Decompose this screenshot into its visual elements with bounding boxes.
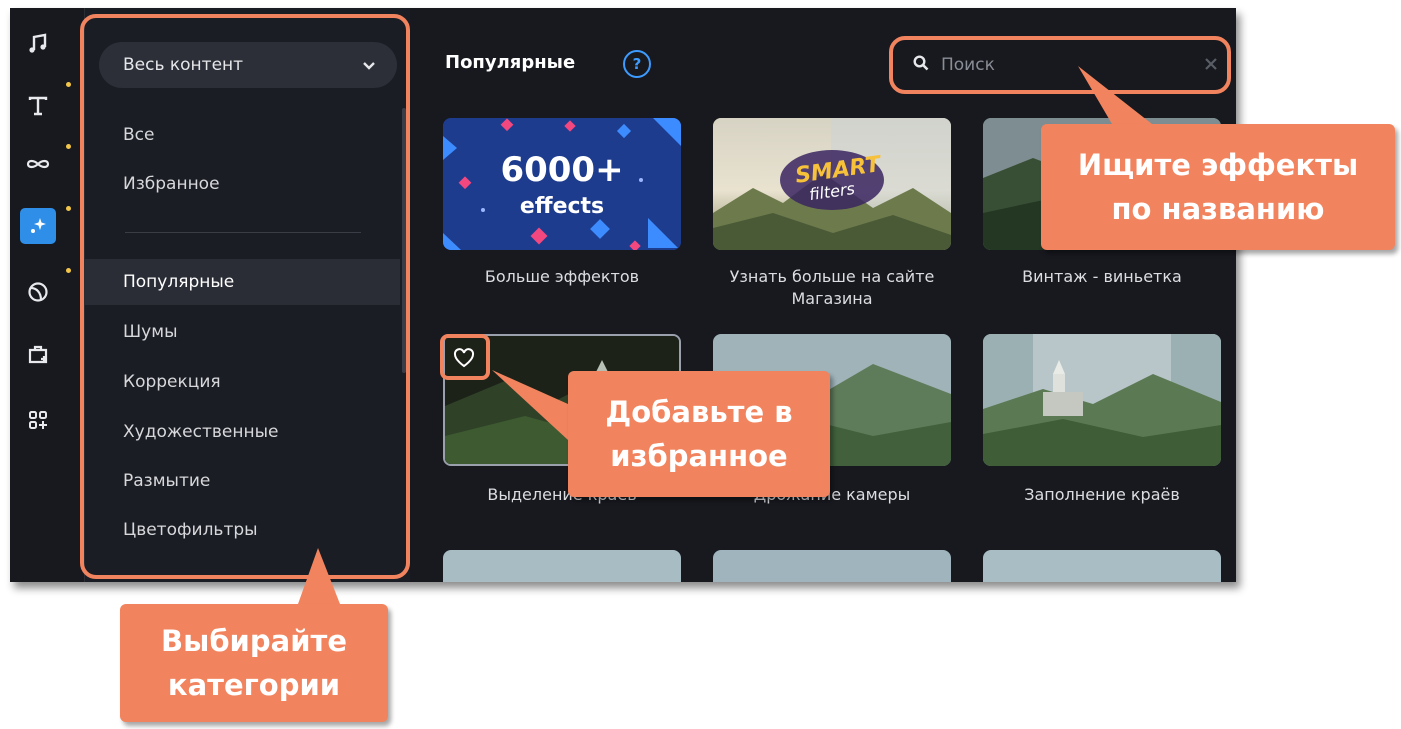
help-icon[interactable]: ? — [623, 50, 651, 78]
categories-highlight — [80, 14, 410, 579]
stickers-icon[interactable] — [20, 274, 56, 310]
tool-rail — [10, 8, 85, 582]
transitions-icon[interactable] — [20, 146, 56, 182]
effect-tile-edge-fill[interactable] — [983, 334, 1221, 466]
filters-icon[interactable] — [20, 208, 56, 244]
tile-label: Больше эффектов — [484, 267, 640, 286]
promo-count: 6000+ — [500, 150, 624, 190]
search-callout-text: Ищите эффекты по названию — [1077, 148, 1359, 226]
search-highlight — [889, 36, 1231, 94]
tile-label: Узнать больше на сайте Магазина — [729, 267, 935, 308]
new-dot — [66, 268, 71, 273]
effect-tile[interactable] — [443, 550, 681, 582]
text-icon[interactable] — [20, 88, 56, 124]
new-dot — [66, 206, 71, 211]
effect-tile-store[interactable]: SMART filters — [713, 118, 951, 250]
search-callout: Ищите эффекты по названию — [1041, 124, 1395, 250]
favorite-callout-text: Добавьте в избранное — [605, 395, 793, 473]
favorite-callout: Добавьте в избранное — [568, 371, 830, 497]
new-dot — [66, 82, 71, 87]
categories-callout: Выбирайте категории — [120, 604, 388, 722]
new-dot — [66, 144, 71, 149]
tile-label: Заполнение краёв — [1024, 485, 1180, 504]
more-icon[interactable] — [20, 402, 56, 438]
favorite-highlight — [440, 334, 490, 380]
store-icon[interactable] — [20, 336, 56, 372]
fill-thumbnail — [983, 334, 1221, 466]
tile-label: Винтаж - виньетка — [1022, 267, 1182, 286]
page-title: Популярные — [445, 52, 576, 73]
effect-tile[interactable] — [983, 550, 1221, 582]
effect-tile[interactable] — [713, 550, 951, 582]
categories-callout-text: Выбирайте категории — [160, 624, 348, 702]
music-icon[interactable] — [20, 26, 56, 62]
effect-tile-more-effects[interactable]: 6000+ effects — [443, 118, 681, 250]
promo-word: effects — [519, 194, 605, 219]
